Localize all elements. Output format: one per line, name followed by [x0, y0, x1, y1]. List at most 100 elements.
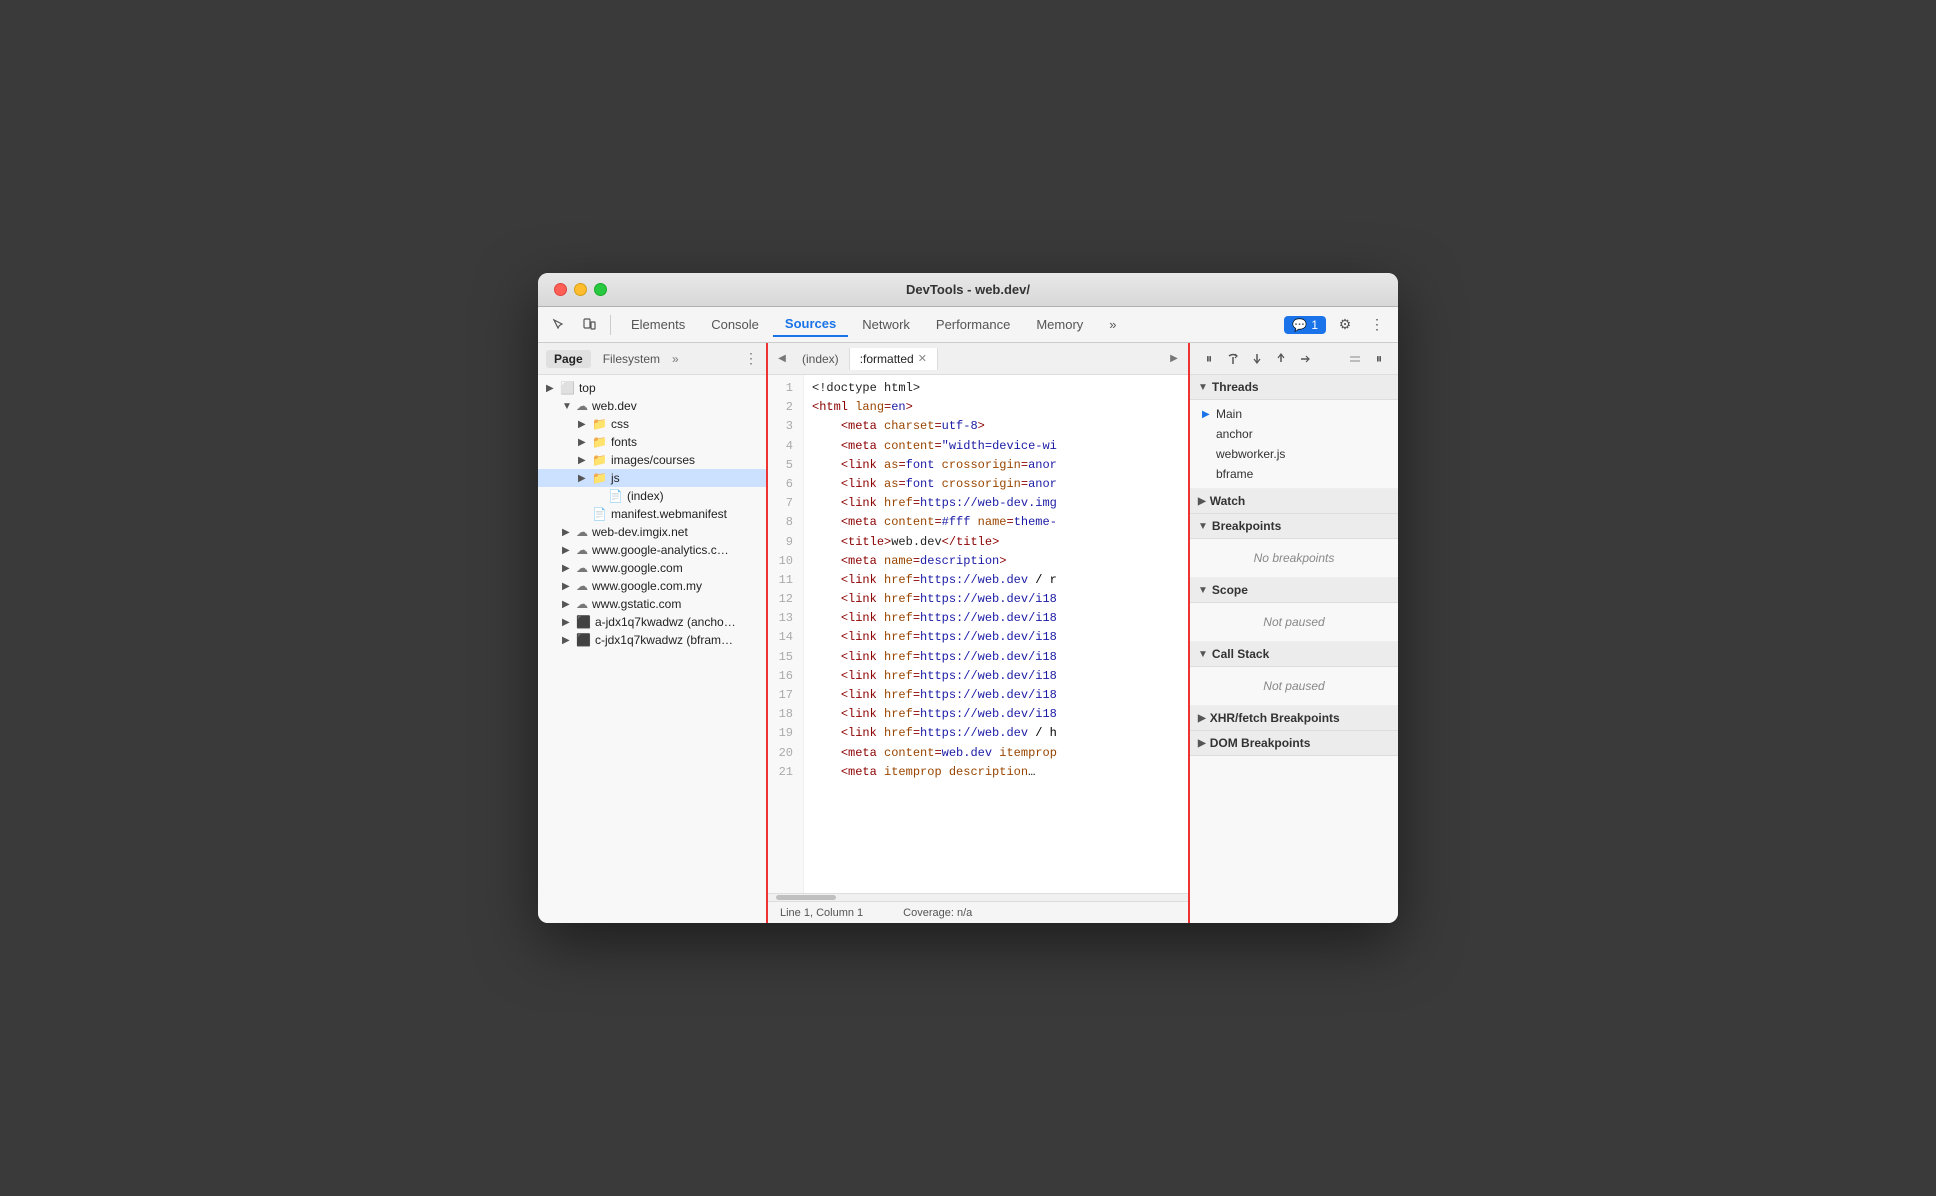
tree-arrow-analytics: ▶	[562, 545, 576, 556]
file-icon-manifest: 📄	[592, 507, 607, 521]
tree-item-fonts[interactable]: ▶ 📁 fonts	[538, 433, 766, 451]
tree-item-google[interactable]: ▶ ☁ www.google.com	[538, 559, 766, 577]
watch-label: Watch	[1210, 494, 1246, 508]
more-button[interactable]: ⋮	[1364, 312, 1390, 338]
tree-label-webdev: web.dev	[592, 399, 637, 413]
tab-filesystem[interactable]: Filesystem	[595, 350, 668, 368]
tree-arrow-google: ▶	[562, 563, 576, 574]
inspect-button[interactable]	[546, 312, 572, 338]
step-button[interactable]	[1294, 348, 1316, 370]
scope-section-header[interactable]: ▼ Scope	[1190, 578, 1398, 603]
traffic-lights	[554, 283, 607, 296]
code-line-3: <meta charset=utf-8>	[812, 417, 1180, 436]
ln-8: 8	[768, 513, 799, 532]
tree-label-top: top	[579, 381, 596, 395]
cloud-icon-google-my: ☁	[576, 579, 588, 593]
notification-badge[interactable]: 💬 1	[1284, 316, 1326, 334]
tab-memory[interactable]: Memory	[1024, 313, 1095, 336]
main-toolbar: Elements Console Sources Network Perform…	[538, 307, 1398, 343]
deactivate-button[interactable]	[1344, 348, 1366, 370]
thread-webworker[interactable]: ▶ webworker.js	[1198, 444, 1390, 464]
settings-button[interactable]: ⚙	[1332, 312, 1358, 338]
dom-breakpoints-section-header[interactable]: ▶ DOM Breakpoints	[1190, 731, 1398, 756]
editor-nav-left[interactable]: ◀	[772, 353, 792, 364]
code-line-14: <link href=https://web.dev/i18	[812, 628, 1180, 647]
xhr-section-header[interactable]: ▶ XHR/fetch Breakpoints	[1190, 706, 1398, 731]
tree-item-css[interactable]: ▶ 📁 css	[538, 415, 766, 433]
watch-arrow: ▶	[1198, 496, 1206, 507]
folder-icon-images: 📁	[592, 453, 607, 467]
tree-item-webdev[interactable]: ▼ ☁ web.dev	[538, 397, 766, 415]
tab-sources[interactable]: Sources	[773, 312, 848, 337]
code-line-12: <link href=https://web.dev/i18	[812, 590, 1180, 609]
dom-label: DOM Breakpoints	[1210, 736, 1311, 750]
breakpoints-section-header[interactable]: ▼ Breakpoints	[1190, 514, 1398, 539]
thread-anchor-label: anchor	[1216, 427, 1253, 441]
tree-item-images[interactable]: ▶ 📁 images/courses	[538, 451, 766, 469]
scrollbar-thumb[interactable]	[776, 895, 836, 900]
scope-arrow: ▼	[1198, 585, 1208, 596]
code-line-16: <link href=https://web.dev/i18	[812, 667, 1180, 686]
ln-16: 16	[768, 667, 799, 686]
badge-count: 1	[1311, 318, 1318, 332]
tab-performance[interactable]: Performance	[924, 313, 1022, 336]
tree-item-index[interactable]: ▶ 📄 (index)	[538, 487, 766, 505]
close-button[interactable]	[554, 283, 567, 296]
tree-item-manifest[interactable]: ▶ 📄 manifest.webmanifest	[538, 505, 766, 523]
step-out-button[interactable]	[1270, 348, 1292, 370]
left-panel-menu[interactable]: ⋮	[744, 350, 758, 367]
tree-item-google-my[interactable]: ▶ ☁ www.google.com.my	[538, 577, 766, 595]
code-line-8: <meta content=#fff name=theme-	[812, 513, 1180, 532]
chat-icon: 💬	[1292, 318, 1307, 332]
tab-network[interactable]: Network	[850, 313, 922, 336]
maximize-button[interactable]	[594, 283, 607, 296]
ln-15: 15	[768, 648, 799, 667]
ln-12: 12	[768, 590, 799, 609]
ln-20: 20	[768, 744, 799, 763]
thread-main[interactable]: ▶ Main	[1198, 404, 1390, 424]
thread-bframe-space: ▶	[1202, 469, 1216, 480]
editor-tab-index[interactable]: (index)	[792, 348, 850, 370]
thread-bframe[interactable]: ▶ bframe	[1198, 464, 1390, 484]
callstack-section-header[interactable]: ▼ Call Stack	[1190, 642, 1398, 667]
step-over-button[interactable]	[1222, 348, 1244, 370]
tab-bar: Elements Console Sources Network Perform…	[619, 312, 1280, 337]
tree-arrow-top: ▶	[546, 383, 560, 394]
main-content: Page Filesystem » ⋮ ▶ ⬜ top ▼ ☁ web.dev	[538, 343, 1398, 923]
tab-page[interactable]: Page	[546, 350, 591, 368]
tab-elements[interactable]: Elements	[619, 313, 697, 336]
code-line-10: <meta name=description>	[812, 552, 1180, 571]
tree-item-imgix[interactable]: ▶ ☁ web-dev.imgix.net	[538, 523, 766, 541]
toolbar-right: 💬 1 ⚙ ⋮	[1284, 312, 1390, 338]
window-title: DevTools - web.dev/	[906, 282, 1030, 297]
tree-item-top[interactable]: ▶ ⬜ top	[538, 379, 766, 397]
tree-item-gstatic[interactable]: ▶ ☁ www.gstatic.com	[538, 595, 766, 613]
tree-arrow-js: ▶	[578, 473, 592, 484]
editor-tab-close[interactable]: ✕	[918, 352, 927, 365]
step-into-button[interactable]	[1246, 348, 1268, 370]
watch-section-header[interactable]: ▶ Watch	[1190, 489, 1398, 514]
horizontal-scrollbar[interactable]	[768, 893, 1188, 901]
ln-14: 14	[768, 628, 799, 647]
editor-nav-right[interactable]: ▶	[1164, 353, 1184, 364]
tree-item-bframe[interactable]: ▶ ⬛ c-jdx1q7kwadwz (bfram…	[538, 631, 766, 649]
tab-more-left[interactable]: »	[672, 352, 679, 366]
tree-item-analytics[interactable]: ▶ ☁ www.google-analytics.c…	[538, 541, 766, 559]
thread-anchor[interactable]: ▶ anchor	[1198, 424, 1390, 444]
pause-button[interactable]: ⏸	[1198, 348, 1220, 370]
tab-more[interactable]: »	[1097, 313, 1128, 336]
tab-console[interactable]: Console	[699, 313, 771, 336]
code-content[interactable]: <!doctype html> <html lang=en> <meta cha…	[804, 375, 1188, 893]
ln-7: 7	[768, 494, 799, 513]
tree-item-anchor[interactable]: ▶ ⬛ a-jdx1q7kwadwz (ancho…	[538, 613, 766, 631]
pause-on-exceptions-button[interactable]: ⏸	[1368, 348, 1390, 370]
tree-item-js[interactable]: ▶ 📁 js	[538, 469, 766, 487]
threads-section-header[interactable]: ▼ Threads	[1190, 375, 1398, 400]
minimize-button[interactable]	[574, 283, 587, 296]
editor-tab-formatted[interactable]: :formatted ✕	[850, 348, 938, 370]
code-line-1: <!doctype html>	[812, 379, 1180, 398]
thread-main-arrow: ▶	[1202, 409, 1216, 420]
tree-label-google-my: www.google.com.my	[592, 579, 702, 593]
code-line-20: <meta content=web.dev itemprop	[812, 744, 1180, 763]
device-button[interactable]	[576, 312, 602, 338]
